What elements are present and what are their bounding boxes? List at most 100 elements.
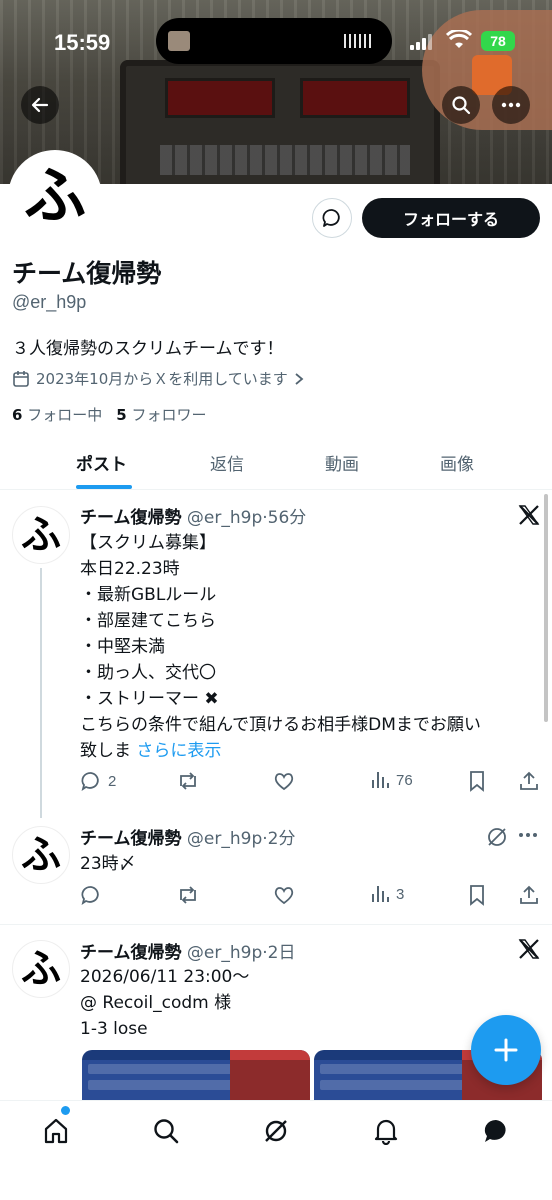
post-line: 致しま (80, 741, 131, 761)
reply-button[interactable] (80, 884, 102, 906)
post-author[interactable]: チーム復帰勢 (80, 943, 182, 963)
reply-icon (81, 886, 99, 906)
repost-icon (180, 772, 196, 790)
home-notification-dot (61, 1106, 70, 1115)
repost-button[interactable] (176, 770, 200, 792)
nav-grok[interactable] (256, 1111, 296, 1151)
follow-stats: 6 フォロー中 5 フォロワー (12, 404, 206, 425)
more-horizontal-icon (501, 102, 521, 108)
more-button[interactable] (492, 86, 530, 124)
follow-button[interactable]: フォローする (362, 198, 540, 238)
compose-post-button[interactable] (471, 1015, 541, 1085)
tab-videos[interactable]: 動画 (325, 450, 359, 475)
nav-search[interactable] (146, 1111, 186, 1151)
post-line: ・最新GBLルール (80, 585, 217, 605)
following-link[interactable]: 6 フォロー中 (12, 404, 102, 425)
post-line-last: 致しま さらに表示 (80, 738, 530, 764)
post-author[interactable]: チーム復帰勢 (80, 829, 182, 849)
reply-count: 2 (108, 772, 117, 790)
banner-screen-right (300, 78, 410, 118)
post-author[interactable]: チーム復帰勢 (80, 508, 182, 528)
arrow-left-icon (31, 97, 49, 113)
post-avatar[interactable]: ふ (12, 826, 70, 884)
status-bar: 15:59 78 (0, 0, 552, 80)
back-button[interactable] (21, 86, 59, 124)
post-meta: @er_h9p·2日 (186, 943, 296, 963)
bookmark-button[interactable] (467, 770, 487, 792)
views-button[interactable]: 76 (370, 770, 413, 790)
tab-posts[interactable]: ポスト (76, 450, 127, 475)
reply-icon (81, 772, 99, 792)
wifi-icon (446, 30, 472, 48)
following-label: フォロー中 (27, 406, 103, 424)
tab-images[interactable]: 画像 (440, 450, 474, 475)
joined-text: 2023年10月からＸを利用しています (36, 370, 288, 388)
island-album-icon (168, 31, 190, 51)
post-line: @ Recoil_codm 様 (80, 993, 232, 1013)
active-tab-indicator (76, 485, 132, 489)
banner-keyboard (160, 145, 410, 175)
post-line: ・部屋建てこちら (80, 611, 216, 631)
profile-avatar[interactable]: ふ (8, 150, 102, 244)
post-text: 【スクリム募集】 本日22.23時 ・最新GBLルール ・部屋建てこちら ・中堅… (80, 530, 530, 764)
reply-button[interactable]: 2 (80, 770, 116, 792)
profile-tabs: ポスト 返信 動画 画像 (0, 440, 552, 490)
chat-bubble-icon (484, 1119, 506, 1142)
x-logo-icon[interactable] (518, 504, 540, 526)
post-actions: 2 76 (80, 770, 540, 798)
more-horizontal-icon[interactable] (518, 832, 538, 838)
grok-icon[interactable] (486, 826, 508, 848)
views-count: 76 (396, 771, 413, 789)
calendar-icon (13, 370, 29, 387)
battery-indicator: 78 (481, 31, 515, 51)
x-logo-icon[interactable] (518, 938, 540, 960)
bookmark-icon (470, 771, 484, 792)
like-button[interactable] (273, 884, 295, 906)
share-button[interactable] (518, 884, 540, 906)
followers-link[interactable]: 5 フォロワー (116, 404, 206, 425)
media-thumbnail[interactable] (82, 1050, 310, 1100)
post-header: チーム復帰勢 @er_h9p·56分 (80, 503, 306, 528)
post-line: 23時〆 (80, 854, 136, 874)
post-divider (0, 924, 552, 925)
views-count: 3 (396, 885, 405, 903)
search-button[interactable] (442, 86, 480, 124)
share-button[interactable] (518, 770, 540, 792)
island-waveform-icon (344, 34, 374, 48)
following-count: 6 (12, 406, 23, 424)
heart-icon (274, 773, 294, 791)
message-button[interactable] (312, 198, 352, 238)
post-avatar[interactable]: ふ (12, 940, 70, 998)
status-time: 15:59 (54, 30, 111, 55)
search-icon (154, 1119, 179, 1144)
nav-notifications[interactable] (366, 1111, 406, 1151)
post-avatar[interactable]: ふ (12, 506, 70, 564)
show-more-link[interactable]: さらに表示 (136, 741, 221, 761)
bookmark-button[interactable] (467, 884, 487, 906)
avatar-glyph: ふ (23, 162, 86, 231)
profile-bio: ３人復帰勢のスクリムチームです！ (12, 339, 284, 359)
banner-screen-left (165, 78, 275, 118)
post-header: チーム復帰勢 @er_h9p·2日 (80, 938, 295, 963)
post-actions: 3 (80, 884, 540, 912)
bookmark-icon (470, 885, 484, 906)
views-button[interactable]: 3 (370, 884, 404, 904)
post-line: 本日22.23時 (80, 559, 180, 579)
nav-home[interactable] (36, 1111, 76, 1151)
joined-date[interactable]: 2023年10月からＸを利用しています (12, 368, 304, 389)
like-button[interactable] (273, 770, 295, 792)
avatar-glyph: ふ (21, 513, 61, 557)
avatar-glyph: ふ (21, 947, 61, 991)
cellular-signal-icon (410, 34, 432, 50)
scrollbar[interactable] (544, 494, 548, 722)
repost-button[interactable] (176, 884, 200, 906)
post-line: 【スクリム募集】 (80, 533, 216, 553)
post-line: ・ストリーマー ✖ (80, 689, 219, 709)
thread-line (40, 568, 42, 818)
views-chart-icon (372, 772, 389, 788)
nav-messages[interactable] (476, 1111, 516, 1151)
tab-replies[interactable]: 返信 (210, 450, 244, 475)
search-icon (452, 96, 471, 115)
plus-icon (494, 1038, 518, 1062)
followers-count: 5 (116, 406, 127, 424)
